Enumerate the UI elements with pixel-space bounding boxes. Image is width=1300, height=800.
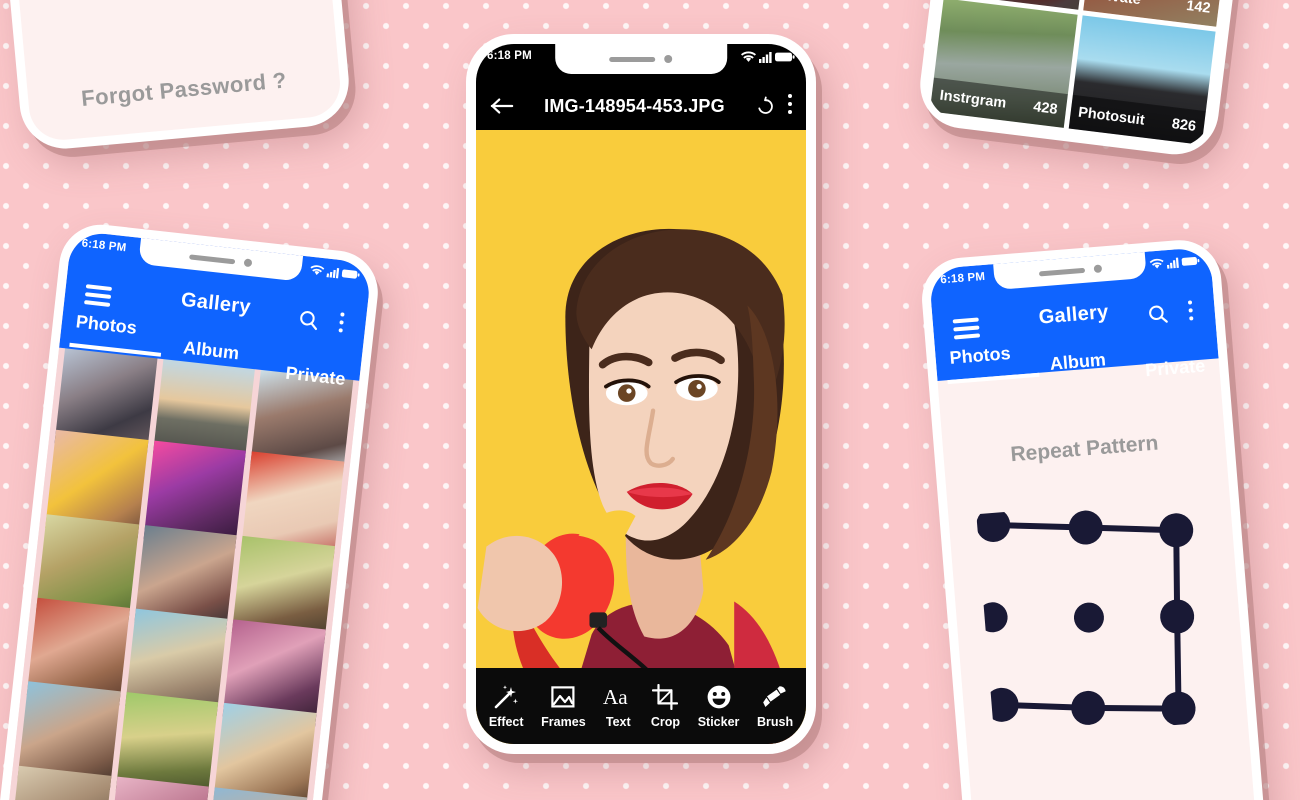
- phone-notch: [138, 237, 304, 282]
- editor-photo-canvas[interactable]: [476, 130, 806, 744]
- front-camera: [243, 258, 253, 268]
- magic-wand-icon: [494, 684, 519, 708]
- tab-private[interactable]: Private: [1144, 355, 1206, 381]
- tool-brush[interactable]: Brush: [757, 684, 793, 729]
- tool-label: Sticker: [697, 714, 740, 729]
- status-icons: [741, 51, 795, 63]
- promo-canvas: Forgot Password ? 6:18 PM Gallery Photos…: [0, 0, 1300, 800]
- signal-icon: [1166, 257, 1179, 269]
- earpiece-speaker: [1038, 267, 1085, 276]
- status-time: 6:18 PM: [487, 50, 532, 62]
- photo-grid: [3, 339, 361, 800]
- tool-text[interactable]: Aa Text: [603, 684, 633, 729]
- crop-icon: [652, 683, 679, 710]
- edited-photo: [476, 130, 806, 744]
- tool-label: Crop: [650, 714, 681, 729]
- tool-label: Frames: [541, 714, 586, 729]
- forgot-password-screen: Forgot Password ?: [11, 0, 343, 143]
- tab-album[interactable]: Album: [181, 337, 240, 378]
- album-count: 428: [1032, 99, 1059, 118]
- battery-icon: [1181, 256, 1200, 266]
- phone-mockup-repeat-pattern: 6:18 PM Gallery Photos Album Private Rep…: [918, 237, 1270, 800]
- paint-brush-icon: [763, 685, 786, 707]
- picture-frame-icon: [551, 685, 575, 708]
- album-tile[interactable]: Photosuit 826: [1068, 14, 1216, 145]
- repeat-pattern-title: Repeat Pattern: [1009, 431, 1160, 467]
- tool-label: Effect: [488, 714, 524, 729]
- repeat-pattern-screen: 6:18 PM Gallery Photos Album Private Rep…: [928, 246, 1260, 800]
- arrow-left-icon[interactable]: [490, 96, 514, 116]
- photo-editor-screen: 6:18 PM IMG-148954-453.JPG Effect Frames…: [476, 44, 806, 744]
- front-camera: [664, 55, 673, 63]
- status-icons: [1149, 255, 1200, 271]
- text-aa-icon: Aa: [603, 685, 628, 709]
- wifi-icon: [310, 265, 325, 275]
- search-icon[interactable]: [297, 308, 321, 332]
- album-count: 826: [1170, 116, 1197, 135]
- tool-crop[interactable]: Crop: [650, 683, 681, 729]
- album-count: 142: [1185, 0, 1212, 17]
- signal-icon: [325, 267, 339, 279]
- kebab-menu-icon[interactable]: [788, 94, 792, 118]
- gallery-appbar: 6:18 PM Gallery Photos Album Private: [59, 230, 373, 389]
- tab-photos[interactable]: Photos: [72, 311, 138, 366]
- phone-notch: [555, 44, 727, 74]
- smiley-sticker-icon: [707, 685, 730, 708]
- rotate-left-icon[interactable]: [755, 96, 776, 117]
- album-caption: Instrgram 428: [929, 77, 1068, 128]
- tab-photos[interactable]: Photos: [949, 343, 1014, 397]
- status-time: 6:18 PM: [939, 270, 986, 287]
- tool-label: Text: [605, 714, 631, 729]
- earpiece-speaker: [609, 56, 656, 62]
- svg-text:Aa: Aa: [603, 685, 628, 709]
- album-name: Photosuit: [1077, 104, 1146, 129]
- album-grid: Wallpaper 176 Private 142 Instrgram 428: [924, 0, 1236, 151]
- battery-icon: [341, 269, 360, 279]
- front-camera: [1093, 264, 1102, 274]
- tool-frames[interactable]: Frames: [541, 684, 586, 729]
- album-caption: Photosuit 826: [1068, 94, 1206, 145]
- phone-mockup-photo-editor: 6:18 PM IMG-148954-453.JPG Effect Frames…: [466, 34, 816, 754]
- pattern-lock-grid[interactable]: [976, 495, 1229, 739]
- album-tile[interactable]: Instrgram 428: [929, 0, 1078, 128]
- tab-album[interactable]: Album: [1049, 349, 1108, 388]
- battery-icon: [775, 52, 795, 62]
- search-icon[interactable]: [1146, 302, 1170, 326]
- gallery-appbar: 6:18 PM Gallery Photos Album Private: [928, 246, 1219, 385]
- pattern-lock-svg: [976, 507, 1196, 726]
- editor-toolbar: Effect Frames Aa Text Crop Sticker Brush: [476, 668, 806, 744]
- phone-notch: [993, 251, 1148, 291]
- status-icons: [309, 264, 360, 281]
- wifi-icon: [741, 51, 756, 62]
- editor-appbar: IMG-148954-453.JPG: [476, 82, 806, 130]
- status-time: 6:18 PM: [80, 237, 127, 255]
- tool-effect[interactable]: Effect: [489, 684, 524, 729]
- album-name: Instrgram: [938, 87, 1008, 112]
- gallery-screen: 6:18 PM Gallery Photos Album Private: [3, 230, 373, 800]
- albums-screen: Wallpaper 176 Private 142 Instrgram 428: [924, 0, 1236, 151]
- signal-icon: [758, 52, 772, 63]
- editor-file-name: IMG-148954-453.JPG: [544, 95, 725, 116]
- phone-mockup-gallery: 6:18 PM Gallery Photos Album Private: [0, 220, 383, 800]
- album-name: Private: [1092, 0, 1142, 8]
- earpiece-speaker: [189, 253, 236, 264]
- wifi-icon: [1149, 258, 1164, 269]
- tool-sticker[interactable]: Sticker: [697, 684, 740, 729]
- tool-label: Brush: [757, 714, 794, 729]
- photo-thumbnail[interactable]: [213, 703, 317, 800]
